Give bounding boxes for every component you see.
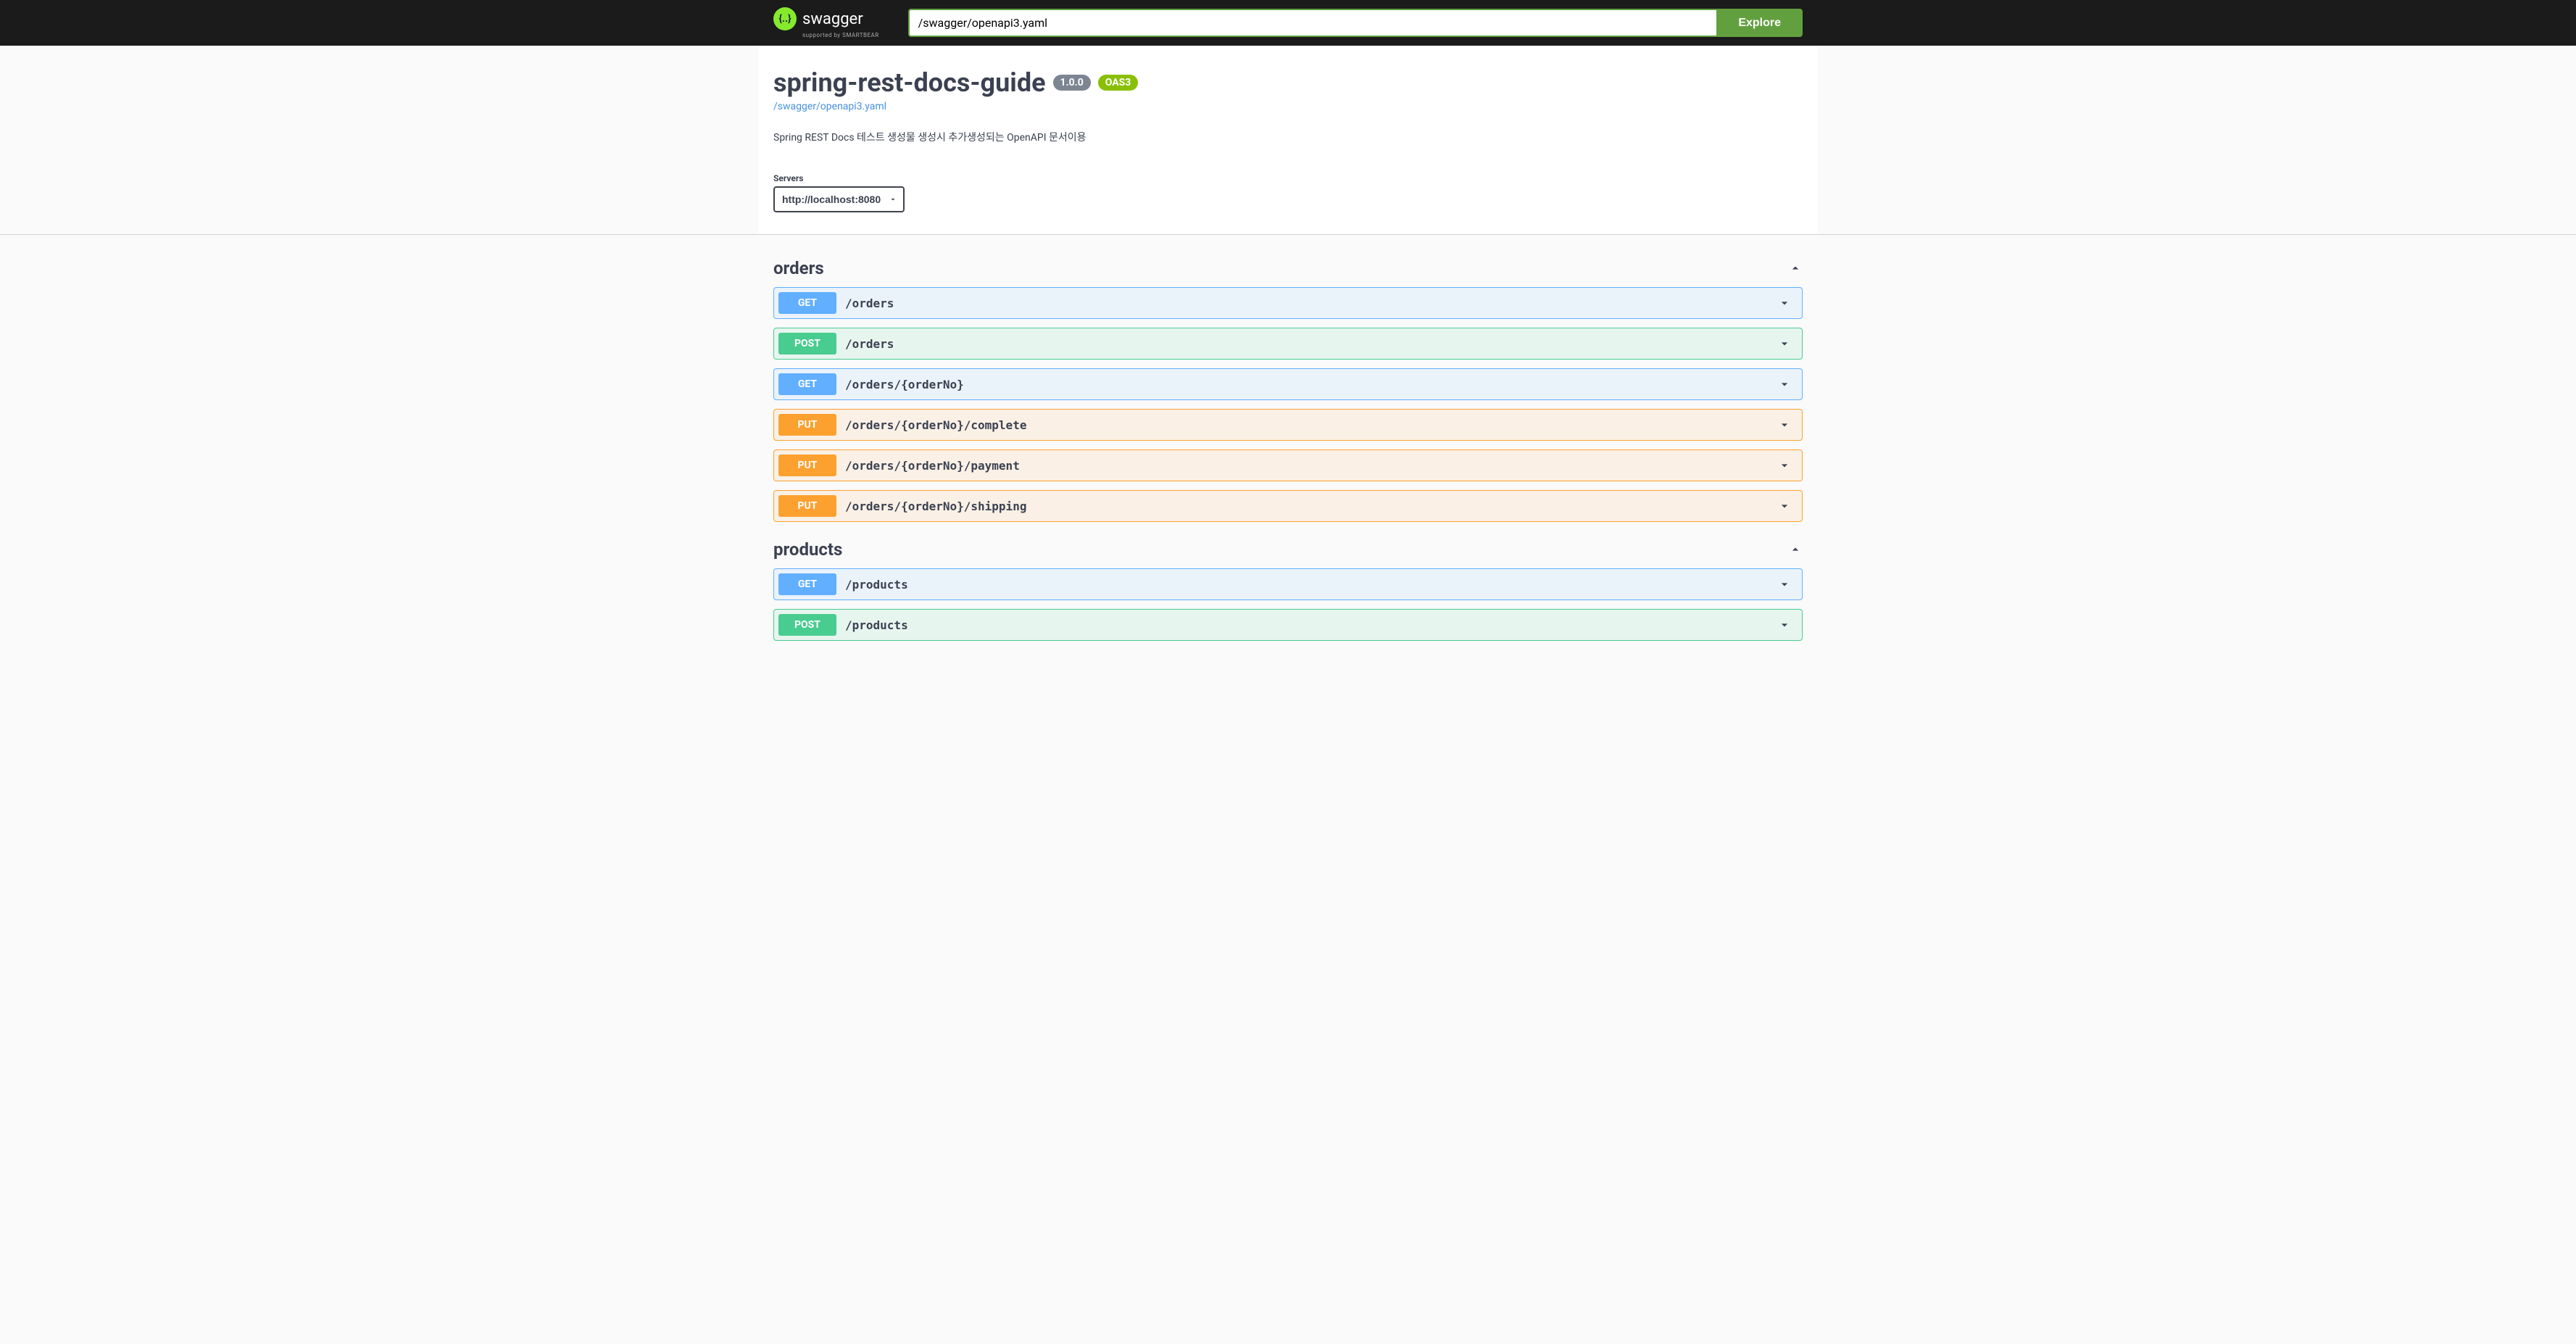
info-section: spring-rest-docs-guide 1.0.0 OAS3 /swagg… bbox=[759, 46, 1817, 173]
operation-path: /orders/{orderNo}/complete bbox=[845, 418, 1777, 432]
tag-name: products bbox=[773, 539, 842, 560]
operation-row[interactable]: PUT/orders/{orderNo}/payment bbox=[773, 449, 1803, 481]
method-badge-put: PUT bbox=[778, 414, 836, 436]
method-badge-post: POST bbox=[778, 333, 836, 354]
operation-path: /orders bbox=[845, 296, 1777, 310]
chevron-up-icon bbox=[1788, 542, 1803, 557]
chevron-down-icon bbox=[1777, 336, 1792, 351]
servers-label: Servers bbox=[773, 173, 1803, 183]
swagger-logo: {..} swagger supported by SMARTBEAR bbox=[773, 7, 879, 38]
method-badge-get: GET bbox=[778, 573, 836, 595]
operation-path: /orders/{orderNo}/payment bbox=[845, 459, 1777, 473]
method-badge-post: POST bbox=[778, 614, 836, 636]
spec-link[interactable]: /swagger/openapi3.yaml bbox=[773, 101, 886, 112]
api-description: Spring REST Docs 테스트 생성물 생성시 추가생성되는 Open… bbox=[773, 130, 1803, 144]
servers-section: Servers http://localhost:8080 bbox=[759, 173, 1817, 234]
operations-wrapper: ordersGET/ordersPOST/ordersGET/orders/{o… bbox=[759, 235, 1817, 679]
operation-row[interactable]: PUT/orders/{orderNo}/complete bbox=[773, 409, 1803, 441]
chevron-down-icon bbox=[1777, 377, 1792, 391]
swagger-logo-icon: {..} bbox=[773, 7, 797, 30]
operation-path: /orders bbox=[845, 337, 1777, 351]
method-badge-get: GET bbox=[778, 373, 836, 395]
spec-url-input[interactable] bbox=[908, 9, 1717, 37]
method-badge-put: PUT bbox=[778, 455, 836, 476]
operation-path: /products bbox=[845, 618, 1777, 632]
operation-row[interactable]: GET/orders/{orderNo} bbox=[773, 368, 1803, 400]
version-badge: 1.0.0 bbox=[1053, 75, 1091, 91]
tag-header-orders[interactable]: orders bbox=[773, 249, 1803, 287]
tag-header-products[interactable]: products bbox=[773, 531, 1803, 568]
chevron-down-icon bbox=[1777, 458, 1792, 473]
operation-row[interactable]: GET/products bbox=[773, 568, 1803, 600]
servers-select[interactable]: http://localhost:8080 bbox=[773, 186, 905, 212]
topbar: {..} swagger supported by SMARTBEAR Expl… bbox=[0, 0, 2576, 46]
chevron-up-icon bbox=[1788, 261, 1803, 275]
operation-row[interactable]: PUT/orders/{orderNo}/shipping bbox=[773, 490, 1803, 522]
operation-row[interactable]: POST/products bbox=[773, 609, 1803, 641]
chevron-down-icon bbox=[1777, 418, 1792, 432]
operation-path: /orders/{orderNo} bbox=[845, 378, 1777, 391]
explore-button[interactable]: Explore bbox=[1716, 9, 1803, 37]
method-badge-put: PUT bbox=[778, 495, 836, 517]
operation-path: /orders/{orderNo}/shipping bbox=[845, 499, 1777, 513]
chevron-down-icon bbox=[1777, 296, 1792, 310]
chevron-down-icon bbox=[1777, 618, 1792, 632]
chevron-down-icon bbox=[1777, 499, 1792, 513]
operation-row[interactable]: POST/orders bbox=[773, 328, 1803, 360]
chevron-down-icon bbox=[1777, 577, 1792, 592]
method-badge-get: GET bbox=[778, 292, 836, 314]
api-title: spring-rest-docs-guide bbox=[773, 67, 1046, 98]
spec-url-form: Explore bbox=[908, 9, 1803, 37]
logo-subtext: supported by SMARTBEAR bbox=[802, 32, 879, 38]
operation-row[interactable]: GET/orders bbox=[773, 287, 1803, 319]
oas-badge: OAS3 bbox=[1098, 75, 1139, 91]
tag-name: orders bbox=[773, 258, 824, 278]
operation-path: /products bbox=[845, 578, 1777, 592]
logo-text: swagger bbox=[802, 10, 863, 28]
